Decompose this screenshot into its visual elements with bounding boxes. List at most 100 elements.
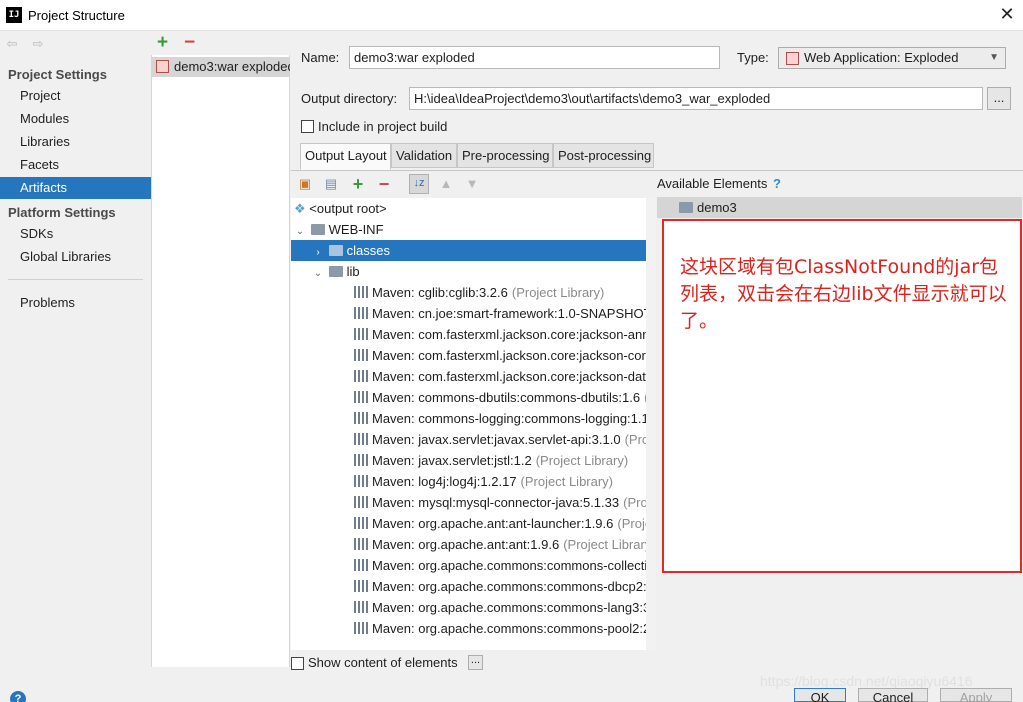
folder-icon [328,266,343,277]
tree-row-library[interactable]: Maven: cglib:cglib:3.2.6 (Project Library… [291,282,656,303]
collapse-caret-icon[interactable]: › [311,242,325,261]
tree-row-classes[interactable]: › classes [291,240,656,261]
tree-row-library[interactable]: Maven: org.apache.commons:commons-pool2:… [291,618,656,639]
sidebar-item-sdks[interactable]: SDKs [0,223,151,245]
help-icon[interactable]: ? [773,176,781,191]
tree-row-library[interactable]: Maven: com.fasterxml.jackson.core:jackso… [291,324,656,345]
module-icon [679,202,693,213]
remove-artifact-icon[interactable]: − [184,33,195,53]
show-content-options-button[interactable]: ... [468,655,483,670]
add-element-icon[interactable]: + [350,175,366,193]
ok-button[interactable]: OK [794,688,846,702]
web-app-icon [786,52,799,65]
help-button[interactable]: ? [10,691,26,702]
show-content-checkbox[interactable] [291,657,304,670]
chevron-down-icon: ▼ [989,52,999,63]
library-icon [354,559,368,571]
tree-row-library[interactable]: Maven: org.apache.commons:commons-dbcp2:… [291,576,656,597]
intellij-logo-icon: IJ [6,7,22,23]
cancel-button[interactable]: Cancel [858,688,928,702]
available-elements-heading: Available Elements [657,176,768,191]
move-up-icon[interactable]: ▲ [438,176,454,192]
library-scope: (Project Library) [563,537,656,552]
expand-caret-icon[interactable]: ⌄ [293,221,307,240]
browse-button[interactable]: ... [987,87,1011,110]
tree-row-library[interactable]: Maven: org.apache.commons:commons-collec… [291,555,656,576]
tree-row-library[interactable]: Maven: javax.servlet:javax.servlet-api:3… [291,429,656,450]
library-name: Maven: org.apache.commons:commons-lang3:… [372,600,656,615]
library-icon [354,286,368,298]
library-scope: (Project Library) [520,474,614,489]
library-name: Maven: javax.servlet:jstl:1.2 [372,453,532,468]
library-icon [354,370,368,382]
list-item-available-demo3[interactable]: demo3 [657,197,1022,218]
tree-row-library[interactable]: Maven: cn.joe:smart-framework:1.0-SNAPSH… [291,303,656,324]
library-icon [354,307,368,319]
library-name: Maven: commons-logging:commons-logging:1… [372,411,653,426]
tab-output-layout[interactable]: Output Layout [300,143,391,170]
folder-icon [328,245,343,256]
new-folder-icon[interactable]: ▣ [297,176,313,192]
project-settings-heading: Project Settings [8,67,107,82]
library-name: Maven: org.apache.commons:commons-dbcp2:… [372,579,654,594]
tab-divider [291,170,1023,171]
output-root-icon: ❖ [294,201,306,216]
list-item-artifact[interactable]: demo3:war exploded [152,57,290,77]
sidebar-divider [8,279,143,280]
output-directory-field[interactable]: H:\idea\IdeaProject\demo3\out\artifacts\… [409,87,983,110]
back-arrow-icon[interactable]: ⇦ [4,37,20,51]
sidebar-item-global-libraries[interactable]: Global Libraries [0,246,151,268]
sidebar-item-problems[interactable]: Problems [0,292,151,314]
tab-pre-processing[interactable]: Pre-processing [457,143,553,168]
tree-row-library[interactable]: Maven: com.fasterxml.jackson.core:jackso… [291,345,656,366]
tree-row-library[interactable]: Maven: org.apache.ant:ant-launcher:1.9.6… [291,513,656,534]
library-name: Maven: mysql:mysql-connector-java:5.1.33 [372,495,620,510]
forward-arrow-icon[interactable]: ⇨ [30,37,46,51]
tree-row-library[interactable]: Maven: javax.servlet:jstl:1.2 (Project Li… [291,450,656,471]
tree-row-library[interactable]: Maven: mysql:mysql-connector-java:5.1.33… [291,492,656,513]
library-name: Maven: com.fasterxml.jackson.core:jackso… [372,348,656,363]
classes-label: classes [346,243,390,258]
library-icon [354,601,368,613]
library-icon [354,496,368,508]
tab-validation[interactable]: Validation [391,143,457,168]
library-icon [354,622,368,634]
sidebar-item-modules[interactable]: Modules [0,108,151,130]
tree-row-library[interactable]: Maven: commons-logging:commons-logging:1… [291,408,656,429]
sort-elements-icon[interactable]: ↓z [409,174,429,194]
library-name: Maven: org.apache.commons:commons-pool2:… [372,621,654,636]
tab-post-processing[interactable]: Post-processing [553,143,654,168]
library-icon [354,475,368,487]
tree-row-library[interactable]: Maven: log4j:log4j:1.2.17 (Project Librar… [291,471,656,492]
add-artifact-icon[interactable]: + [157,33,168,53]
tree-row-output-root[interactable]: ❖ <output root> [291,198,656,219]
include-in-build-checkbox[interactable] [301,120,314,133]
tree-row-library[interactable]: Maven: org.apache.commons:commons-lang3:… [291,597,656,618]
tree-row-library[interactable]: Maven: com.fasterxml.jackson.core:jackso… [291,366,656,387]
war-artifact-icon [156,60,169,73]
tree-row-lib[interactable]: ⌄ lib [291,261,656,282]
tree-row-library[interactable]: Maven: org.apache.ant:ant:1.9.6 (Project … [291,534,656,555]
library-scope: (Project Library) [511,285,605,300]
tree-scrollbar[interactable] [646,198,656,650]
tree-row-library[interactable]: Maven: commons-dbutils:commons-dbutils:1… [291,387,656,408]
type-select[interactable]: Web Application: Exploded ▼ [778,47,1006,69]
library-name: Maven: org.apache.ant:ant:1.9.6 [372,537,560,552]
library-name: Maven: log4j:log4j:1.2.17 [372,474,517,489]
expand-caret-icon[interactable]: ⌄ [311,263,325,282]
name-field[interactable]: demo3:war exploded [349,46,720,69]
archive-icon[interactable]: ▤ [323,176,339,192]
sidebar-item-facets[interactable]: Facets [0,154,151,176]
type-label: Type: [737,50,769,65]
sidebar-item-libraries[interactable]: Libraries [0,131,151,153]
apply-button[interactable]: Apply [940,688,1012,702]
sidebar-item-artifacts[interactable]: Artifacts [0,177,151,199]
tree-row-web-inf[interactable]: ⌄ WEB-INF [291,219,656,240]
remove-element-icon[interactable]: − [376,175,392,193]
sidebar-item-project[interactable]: Project [0,85,151,107]
name-label: Name: [301,50,340,65]
move-down-icon[interactable]: ▼ [464,176,480,192]
library-icon [354,391,368,403]
type-select-value: Web Application: Exploded [804,50,959,65]
close-button[interactable]: ✕ [997,5,1017,25]
